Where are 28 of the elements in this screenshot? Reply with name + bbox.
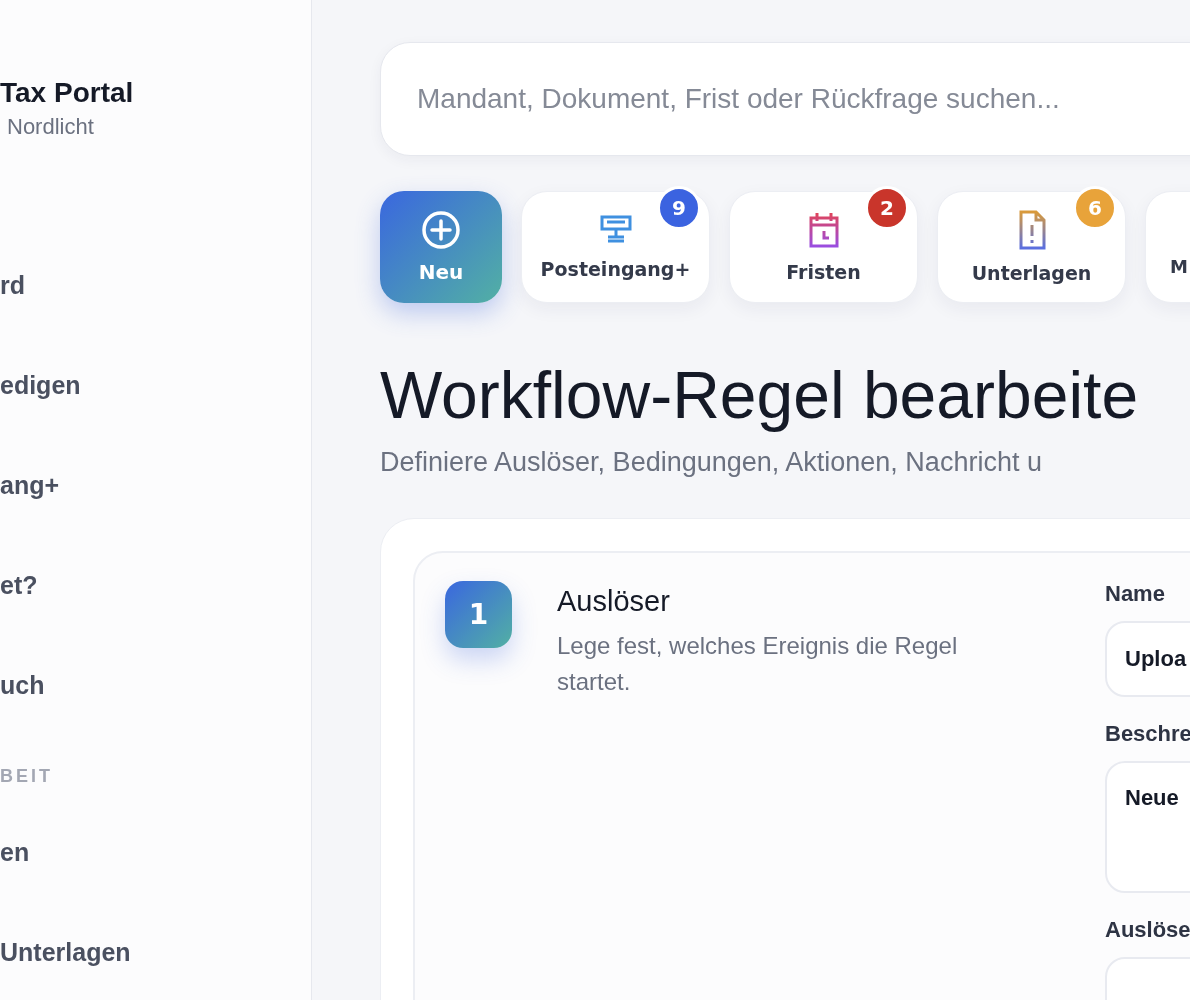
step-description: Lege fest, welches Ereignis die Regel startet. [557, 631, 959, 697]
nav-item[interactable]: ang+ [0, 471, 60, 499]
nav-item[interactable]: en [0, 838, 30, 866]
nav-item[interactable]: edigen [0, 371, 81, 399]
section-label: BEIT [0, 766, 53, 786]
count-badge: 6 [1073, 186, 1117, 230]
search-field[interactable]: Mandant, Dokument, Frist oder Rückfrage suchen... [380, 42, 1190, 156]
text-area[interactable]: Neue [1105, 761, 1190, 893]
count-badge: 2 [865, 186, 909, 230]
field-label: Auslöse [1105, 917, 1190, 943]
page-subtitle: Definiere Auslöser, Bedingungen, Aktionen, Nachricht u [380, 447, 1043, 478]
count-badge: 9 [657, 186, 701, 230]
step-number: 1 [445, 581, 512, 648]
step-title: Auslöser [557, 585, 671, 618]
brand-subtitle: Nordlicht [6, 114, 95, 140]
nav-item[interactable]: uch [0, 671, 45, 699]
plus-circle-icon [421, 210, 461, 250]
input-field[interactable]: Uploa [1105, 621, 1190, 697]
quick-action-button[interactable]: M [1145, 191, 1190, 303]
page-title: Workflow-Regel bearbeite [380, 357, 1140, 433]
monitor-icon [598, 214, 633, 246]
field-label: Name [1105, 581, 1166, 607]
brand-title: Tax Portal [0, 76, 135, 110]
calendar-icon [807, 211, 840, 249]
nav-item[interactable]: et? [0, 571, 38, 599]
nav-item[interactable]: Unterlagen [0, 938, 131, 966]
nav-item[interactable]: rd [0, 271, 25, 299]
file-warning-icon [1017, 210, 1046, 250]
